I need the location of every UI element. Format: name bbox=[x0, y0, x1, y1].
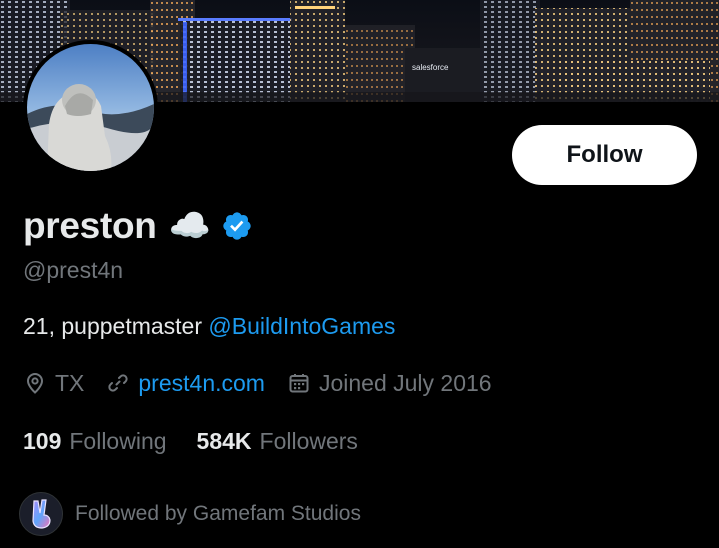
follower-avatar bbox=[19, 492, 63, 536]
followers-count: 584K bbox=[196, 427, 252, 454]
website-item: prest4n.com bbox=[106, 370, 265, 397]
website-link[interactable]: prest4n.com bbox=[138, 370, 265, 397]
location-item: TX bbox=[23, 370, 84, 397]
cloud-emoji: ☁️ bbox=[168, 207, 211, 245]
followers-label: Followers bbox=[259, 427, 358, 454]
following-label: Following bbox=[69, 427, 167, 454]
followers-stat-link[interactable]: 584K Followers bbox=[197, 428, 358, 455]
banner-sign-text: salesforce bbox=[412, 63, 449, 72]
following-stat-link[interactable]: 109 Following bbox=[23, 428, 167, 455]
bio-text: 21, puppetmaster bbox=[23, 313, 209, 339]
joined-text: Joined July 2016 bbox=[318, 369, 492, 396]
location-pin-icon bbox=[26, 373, 44, 394]
avatar-photo bbox=[27, 44, 154, 171]
location-text: TX bbox=[55, 369, 85, 396]
profile-bio: 21, puppetmaster @BuildIntoGames bbox=[23, 313, 395, 340]
joined-item: Joined July 2016 bbox=[287, 370, 492, 397]
verified-badge-icon[interactable] bbox=[221, 210, 253, 242]
followed-by-row[interactable]: Followed by Gamefam Studios bbox=[19, 491, 361, 537]
profile-handle: @prest4n bbox=[23, 257, 124, 283]
display-name: preston bbox=[23, 205, 157, 246]
follow-button[interactable]: Follow bbox=[512, 125, 697, 185]
bio-mention-link[interactable]: @BuildIntoGames bbox=[208, 313, 395, 339]
link-icon bbox=[108, 374, 129, 392]
followed-by-text: Followed by Gamefam Studios bbox=[75, 502, 361, 525]
profile-name-row: preston ☁️ bbox=[23, 202, 253, 250]
following-count: 109 bbox=[23, 427, 62, 454]
profile-meta-row: TX prest4n.com Joined July 2016 bbox=[23, 366, 514, 400]
profile-avatar[interactable] bbox=[23, 40, 158, 175]
profile-stats-row: 109 Following 584K Followers bbox=[23, 424, 388, 458]
calendar-icon bbox=[289, 374, 309, 393]
peace-hand-icon bbox=[32, 499, 51, 529]
